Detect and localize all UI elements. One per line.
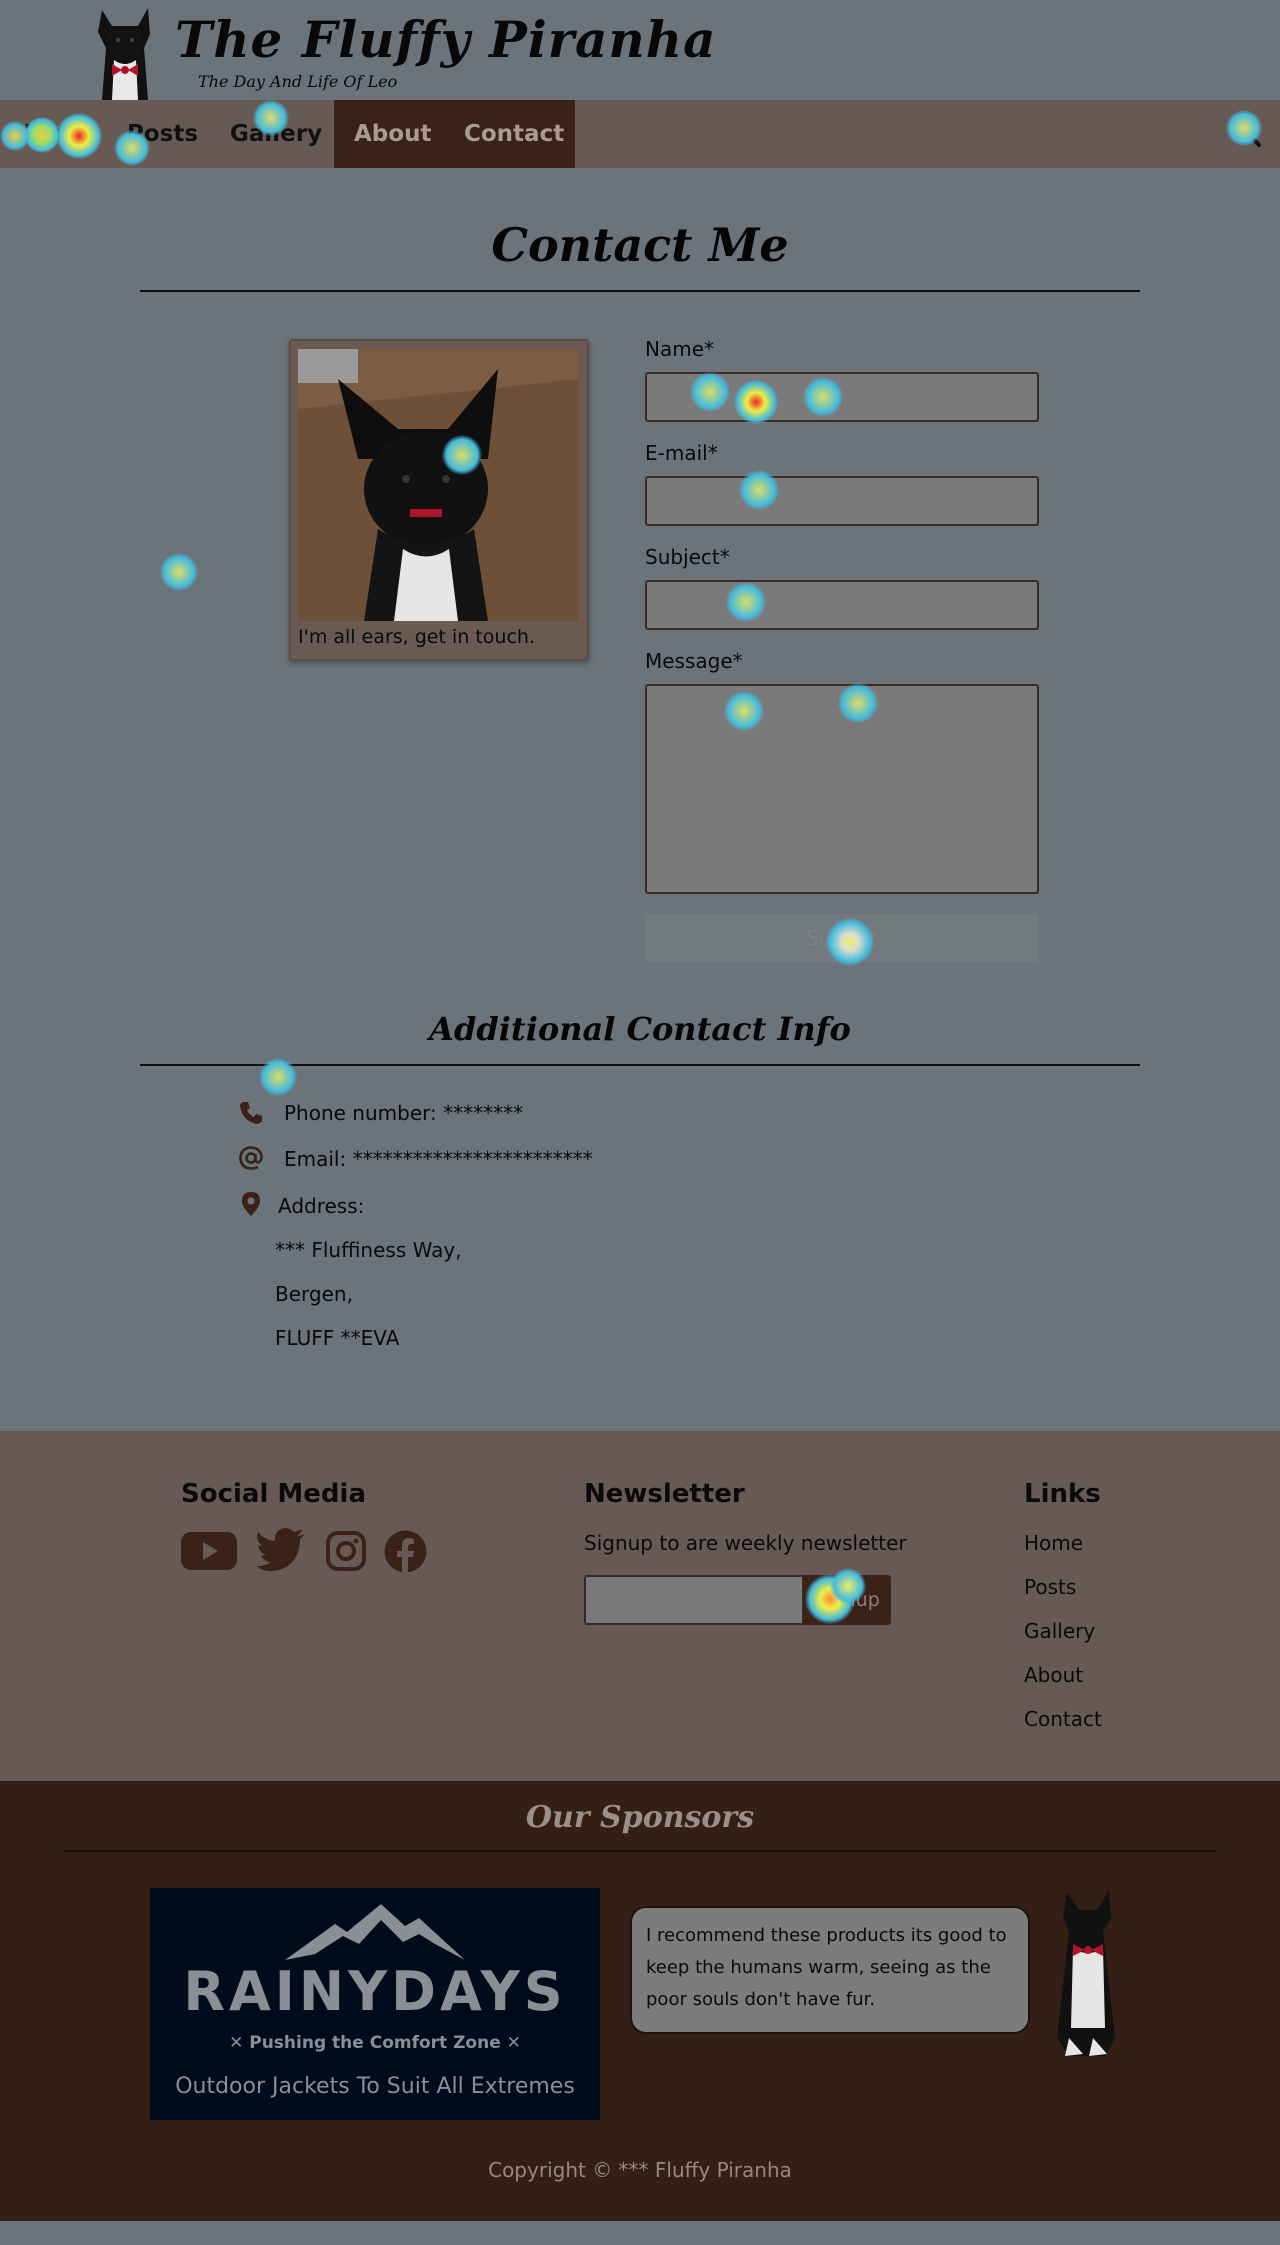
at-sign-icon	[239, 1146, 263, 1170]
newsletter-heading: Newsletter	[584, 1479, 745, 1509]
nav-item-contact[interactable]: Contact	[444, 100, 575, 168]
mountain-icon	[285, 1904, 465, 1960]
sponsor-brand: RAINYDAYS	[183, 1960, 567, 2023]
additional-info-title: Additional Contact Info	[429, 1010, 851, 1048]
copyright-text: Copyright © *** Fluffy Piranha	[488, 2158, 792, 2182]
page-title: Contact Me	[491, 218, 789, 272]
sponsors-title: Our Sponsors	[525, 1800, 755, 1835]
signup-button[interactable]: Signup	[803, 1575, 891, 1625]
name-label: Name*	[645, 337, 715, 361]
footer-link-home[interactable]: Home	[1024, 1531, 1083, 1555]
search-icon[interactable]	[1232, 116, 1262, 150]
nav-item-about[interactable]: About	[334, 100, 444, 168]
footer-link-gallery[interactable]: Gallery	[1024, 1619, 1095, 1643]
leo-dog-image	[1057, 1890, 1115, 2056]
address-line-1: *** Fluffiness Way,	[275, 1238, 462, 1262]
subject-input[interactable]	[645, 580, 1039, 630]
address-line-2: Bergen,	[275, 1282, 353, 1306]
dog-photo[interactable]	[298, 349, 578, 621]
email-label: E-mail*	[645, 441, 718, 465]
site-title[interactable]: The Fluffy Piranha	[175, 10, 717, 69]
nav-item-gallery[interactable]: Gallery	[230, 100, 322, 168]
links-heading: Links	[1024, 1479, 1101, 1509]
bottom-strip	[0, 2221, 1280, 2245]
email-address: Email: ************************	[284, 1147, 593, 1171]
footer-link-posts[interactable]: Posts	[1024, 1575, 1076, 1599]
site-tagline: The Day And Life Of Leo	[198, 72, 398, 91]
sponsor-slogan: ✕ Pushing the Comfort Zone ✕	[229, 2033, 521, 2053]
name-input[interactable]	[645, 372, 1039, 422]
sponsor-banner[interactable]: RAINYDAYS ✕ Pushing the Comfort Zone ✕ O…	[150, 1888, 600, 2120]
nav-item-home[interactable]: Home	[13, 100, 88, 168]
twitter-icon[interactable]	[256, 1528, 306, 1572]
nav-item-posts[interactable]: Posts	[127, 100, 198, 168]
message-label: Message*	[645, 649, 743, 673]
location-pin-icon	[242, 1192, 260, 1216]
email-input[interactable]	[645, 476, 1039, 526]
footer-link-about[interactable]: About	[1024, 1663, 1083, 1687]
message-textarea[interactable]	[645, 684, 1039, 894]
dog-logo-icon[interactable]	[84, 4, 166, 100]
sponsors-divider	[64, 1850, 1216, 1852]
newsletter-text: Signup to are weekly newsletter	[584, 1531, 907, 1555]
main-nav: Home Posts Gallery About Contact	[0, 100, 1280, 168]
photo-card: I'm all ears, get in touch.	[289, 339, 589, 661]
phone-icon	[240, 1102, 262, 1124]
instagram-icon[interactable]	[325, 1530, 367, 1572]
sponsor-ad-text: Outdoor Jackets To Suit All Extremes	[175, 2074, 575, 2099]
sponsor-quote-bubble: I recommend these products its good to k…	[630, 1906, 1030, 2034]
youtube-icon[interactable]	[180, 1530, 238, 1572]
site-header: The Fluffy Piranha The Day And Life Of L…	[0, 0, 1280, 100]
facebook-icon[interactable]	[384, 1530, 427, 1573]
title-divider	[140, 290, 1140, 292]
submit-button[interactable]: Submit	[645, 914, 1038, 962]
additional-divider	[140, 1064, 1140, 1066]
phone-number: Phone number: ********	[284, 1101, 524, 1125]
photo-caption: I'm all ears, get in touch.	[298, 626, 535, 648]
address-label: Address:	[278, 1194, 365, 1218]
newsletter-email-input[interactable]	[584, 1575, 804, 1625]
heatmap-spot	[160, 553, 198, 591]
subject-label: Subject*	[645, 545, 730, 569]
footer-link-contact[interactable]: Contact	[1024, 1707, 1102, 1731]
address-line-3: FLUFF **EVA	[275, 1326, 400, 1350]
social-media-heading: Social Media	[181, 1479, 366, 1509]
